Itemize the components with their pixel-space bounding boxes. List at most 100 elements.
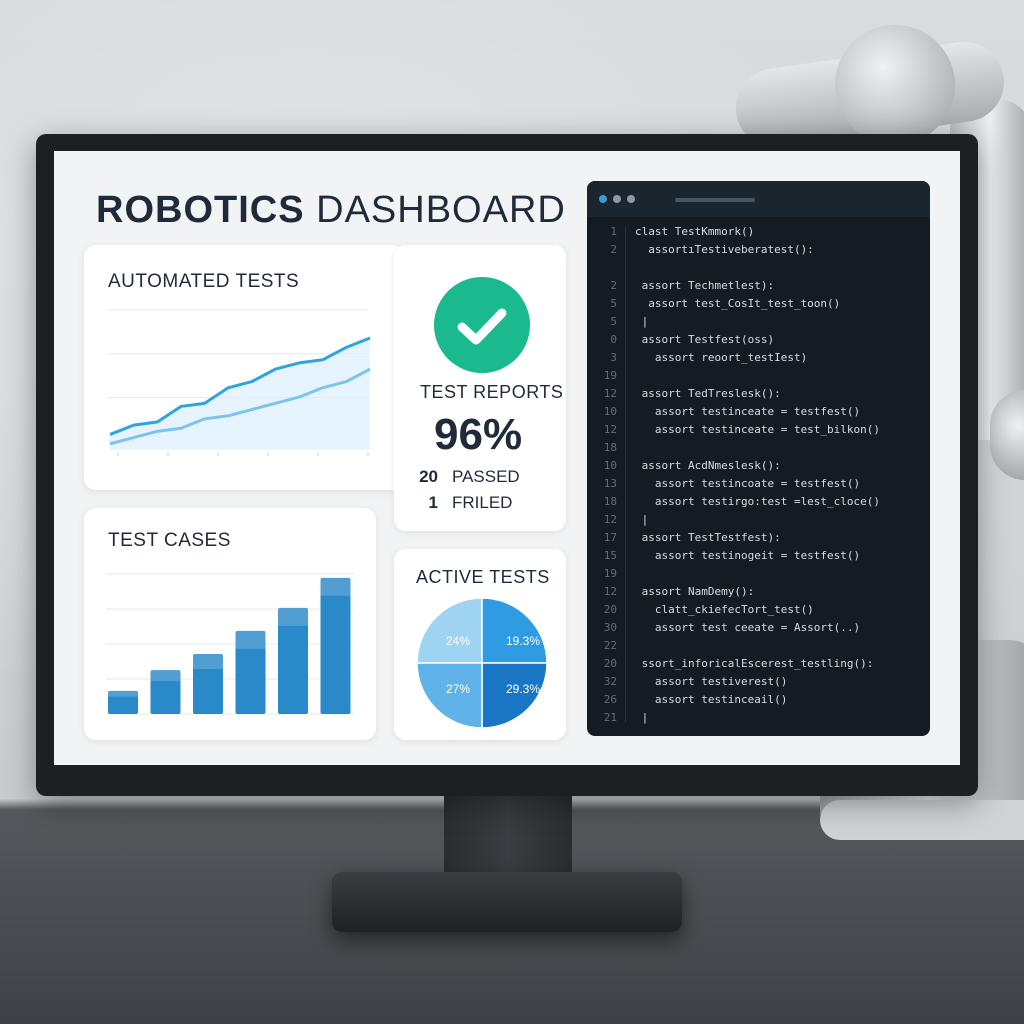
code-text: assort testiverest()	[635, 675, 788, 688]
passed-count: 20	[419, 467, 438, 486]
code-text: assort testinogeit = testfest()	[635, 549, 861, 562]
line-number: 26	[603, 693, 617, 706]
code-line[interactable]: 3 assort reoort_testIest)	[587, 349, 930, 367]
code-text: clatt_ckiefecTort_test()	[635, 603, 814, 616]
code-text: assort test ceeate = Assort(..)	[635, 621, 861, 634]
code-line[interactable]: 12 assort testinceate = test_bilkon()	[587, 421, 930, 439]
code-text: assort testincoate = testfest()	[635, 477, 861, 490]
code-text: assort testinceate = test_bilkon()	[635, 423, 881, 436]
line-number: 12	[603, 387, 617, 400]
code-text: assort Techmetlest):	[635, 279, 775, 292]
bar-highlight	[150, 670, 181, 682]
code-line[interactable]: 10 assort testinceate = testfest()	[587, 403, 930, 421]
code-line[interactable]	[587, 259, 930, 277]
test-cases-title: TEST CASES	[108, 530, 231, 551]
code-line[interactable]: 1 clast TestKmmork()	[587, 223, 930, 241]
page-title: ROBOTICS DASHBOARD	[96, 189, 566, 232]
passed-stat: 20 PASSED	[408, 467, 520, 487]
pie-label-1: 24%	[446, 634, 470, 648]
code-line[interactable]: 18	[587, 439, 930, 457]
test-reports-title: TEST REPORTS	[420, 382, 564, 402]
code-line[interactable]: 32 assort testiverest()	[587, 673, 930, 691]
line-number: 15	[603, 549, 617, 562]
code-line[interactable]: 19	[587, 367, 930, 385]
code-line[interactable]: 5 |	[587, 313, 930, 331]
code-line[interactable]: 12 assort NamDemy():	[587, 583, 930, 601]
line-number: 32	[603, 675, 617, 688]
code-line[interactable]: 22	[587, 637, 930, 655]
test-cases-card[interactable]: TEST CASES	[84, 508, 376, 740]
code-text: assort NamDemy():	[635, 585, 755, 598]
bar-highlight	[193, 654, 223, 669]
code-editor-window[interactable]: 1 clast TestKmmork() 2 assortıTestiveberat…	[587, 181, 930, 736]
code-line[interactable]: 2 assort Techmetlest):	[587, 277, 930, 295]
code-text: assort AcdNmeslesk():	[635, 459, 781, 472]
line-number: 30	[603, 621, 617, 634]
bar-highlight	[278, 607, 308, 626]
editor-code-area[interactable]: 1 clast TestKmmork() 2 assortıTestiveberat…	[587, 223, 930, 728]
pie-label-4: 27%	[446, 682, 470, 696]
code-line[interactable]: 18 assort testirgo:test =lest_cloce()	[587, 493, 930, 511]
code-line[interactable]: 21 |	[587, 709, 930, 727]
active-tests-title: ACTIVE TESTS	[416, 567, 550, 587]
window-maximize-dot[interactable]	[627, 195, 635, 203]
window-close-dot[interactable]	[599, 195, 607, 203]
code-line[interactable]: 17 assort TestTestfest):	[587, 529, 930, 547]
code-text: clast TestKmmork()	[635, 225, 755, 238]
code-line[interactable]: 20 ssort_inforicalEscerest_testling():	[587, 655, 930, 673]
editor-title-bar	[587, 181, 930, 217]
line-number: 10	[603, 405, 617, 418]
monitor-stand-foot	[332, 872, 682, 932]
line-number: 5	[610, 315, 617, 328]
line-number: 2	[610, 279, 617, 292]
code-line[interactable]: 5 assort test_CosIt_test_toon()	[587, 295, 930, 313]
active-tests-card[interactable]: ACTIVE TESTS 24% 19.3% 29.3% 27%	[394, 549, 566, 740]
window-minimize-dot[interactable]	[613, 195, 621, 203]
code-line[interactable]: 20 clatt_ckiefecTort_test()	[587, 601, 930, 619]
test-cases-bar-chart	[106, 573, 354, 715]
line-number: 1	[610, 225, 617, 238]
code-text: |	[635, 315, 649, 328]
check-circle-icon	[434, 277, 530, 373]
line-number: 17	[603, 531, 617, 544]
passed-label: PASSED	[452, 467, 520, 486]
active-tests-pie-chart: 24% 19.3% 29.3% 27%	[416, 597, 548, 729]
code-line[interactable]: 12 |	[587, 511, 930, 529]
code-line[interactable]: 10 assort AcdNmeslesk():	[587, 457, 930, 475]
line-number: 12	[603, 513, 617, 526]
bar-highlight	[108, 690, 138, 697]
line-number: 2	[610, 243, 617, 256]
code-line[interactable]: 26 assort testinceail()	[587, 691, 930, 709]
code-text: assort testinceate = testfest()	[635, 405, 861, 418]
code-line[interactable]: 12 assort TedTreslesk():	[587, 385, 930, 403]
code-text: assort Testfest(oss)	[635, 333, 775, 346]
test-reports-percent: 96%	[434, 410, 523, 459]
code-line[interactable]: 15 assort testinogeit = testfest()	[587, 547, 930, 565]
page-title-bold: ROBOTICS	[96, 189, 305, 231]
code-line[interactable]: 2 assortıTestiveberatest():	[587, 241, 930, 259]
robot-arm-base-plate	[820, 800, 1024, 840]
line-number: 18	[603, 495, 617, 508]
line-number: 0	[610, 333, 617, 346]
line-number: 12	[603, 585, 617, 598]
test-reports-card[interactable]: TEST REPORTS 96% 20 PASSED 1 FRILED	[394, 245, 566, 531]
line-number: 20	[603, 657, 617, 670]
line-number: 19	[603, 567, 617, 580]
code-line[interactable]: 13 assort testincoate = testfest()	[587, 475, 930, 493]
code-text: |	[635, 513, 649, 526]
line-number: 12	[603, 423, 617, 436]
code-text: assort TestTestfest):	[635, 531, 781, 544]
line-number: 21	[603, 711, 617, 724]
code-line[interactable]: 0 assort Testfest(oss)	[587, 331, 930, 349]
bar-6	[320, 577, 351, 714]
line-number: 5	[610, 297, 617, 310]
code-text: |	[635, 711, 649, 724]
automated-tests-card[interactable]: AUTOMATED TESTS	[84, 245, 404, 490]
code-line[interactable]: 30 assort test ceeate = Assort(..)	[587, 619, 930, 637]
bar-highlight	[320, 577, 351, 596]
pie-slice-1	[416, 597, 483, 664]
code-text: ssort_inforicalEscerest_testling():	[635, 657, 874, 670]
automated-tests-line-chart	[108, 309, 371, 456]
code-line[interactable]: 19	[587, 565, 930, 583]
editor-tab[interactable]	[675, 198, 755, 202]
